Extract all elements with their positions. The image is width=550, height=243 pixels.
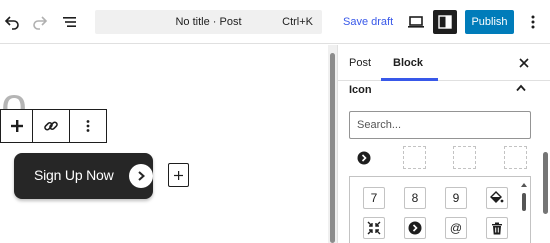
publish-button[interactable]: Publish (465, 10, 514, 34)
icon-option-eight[interactable]: 8 (404, 187, 426, 209)
sidebar-toggle-icon[interactable] (433, 10, 457, 34)
save-draft-button[interactable]: Save draft (343, 16, 393, 28)
redo-icon[interactable] (28, 10, 52, 34)
collapse-icon[interactable] (363, 217, 385, 239)
icon-grid-scrollbar-thumb[interactable] (522, 193, 526, 211)
settings-sidebar: Post Block Icon 7 8 9 @ (337, 45, 550, 243)
icon-grid-scroll-up-icon[interactable] (521, 183, 527, 187)
canvas-scrollbar-thumb[interactable] (330, 53, 335, 243)
sidebar-tabs: Post Block (338, 45, 550, 81)
command-shortcut: Ctrl+K (282, 16, 313, 28)
chevron-right-circle-icon[interactable] (404, 217, 426, 239)
empty-icon-slot[interactable] (504, 146, 527, 169)
preview-laptop-icon[interactable] (404, 10, 428, 34)
active-tab-indicator (381, 78, 438, 81)
block-toolbar (0, 109, 107, 143)
icon-option-at[interactable]: @ (445, 217, 467, 239)
list-view-icon[interactable] (58, 10, 82, 34)
chevron-up-icon[interactable] (515, 82, 527, 94)
vertical-ellipsis-icon[interactable] (521, 10, 545, 34)
icon-grid: 7 8 9 @ (349, 176, 531, 243)
sidebar-scrollbar-thumb[interactable] (543, 152, 548, 214)
document-title-bar[interactable]: No title · Post Ctrl+K (95, 10, 322, 34)
tab-block[interactable]: Block (393, 57, 423, 69)
more-options-icon[interactable] (70, 110, 106, 142)
chevron-right-circle-icon (129, 164, 153, 188)
icon-option-seven[interactable]: 7 (363, 187, 385, 209)
empty-icon-slot[interactable] (403, 146, 426, 169)
editor-canvas: lo Sign Up Now (0, 45, 328, 243)
icon-option-nine[interactable]: 9 (445, 187, 467, 209)
link-icon[interactable] (33, 110, 70, 142)
close-icon[interactable] (516, 55, 532, 71)
sign-up-button-label: Sign Up Now (34, 167, 114, 183)
drag-handle-icon[interactable] (1, 110, 33, 142)
block-inserter-button[interactable] (168, 163, 189, 187)
tab-post[interactable]: Post (349, 57, 371, 69)
empty-icon-slot[interactable] (453, 146, 476, 169)
undo-icon[interactable] (0, 10, 24, 34)
sign-up-button-block[interactable]: Sign Up Now (14, 153, 153, 199)
paint-bucket-icon[interactable] (486, 187, 508, 209)
trash-icon[interactable] (486, 217, 508, 239)
editor-top-toolbar: No title · Post Ctrl+K Save draft Publis… (0, 0, 550, 44)
chevron-right-circle-icon[interactable] (352, 146, 375, 169)
icon-panel-title[interactable]: Icon (349, 84, 372, 96)
icon-search-input[interactable] (349, 111, 531, 139)
